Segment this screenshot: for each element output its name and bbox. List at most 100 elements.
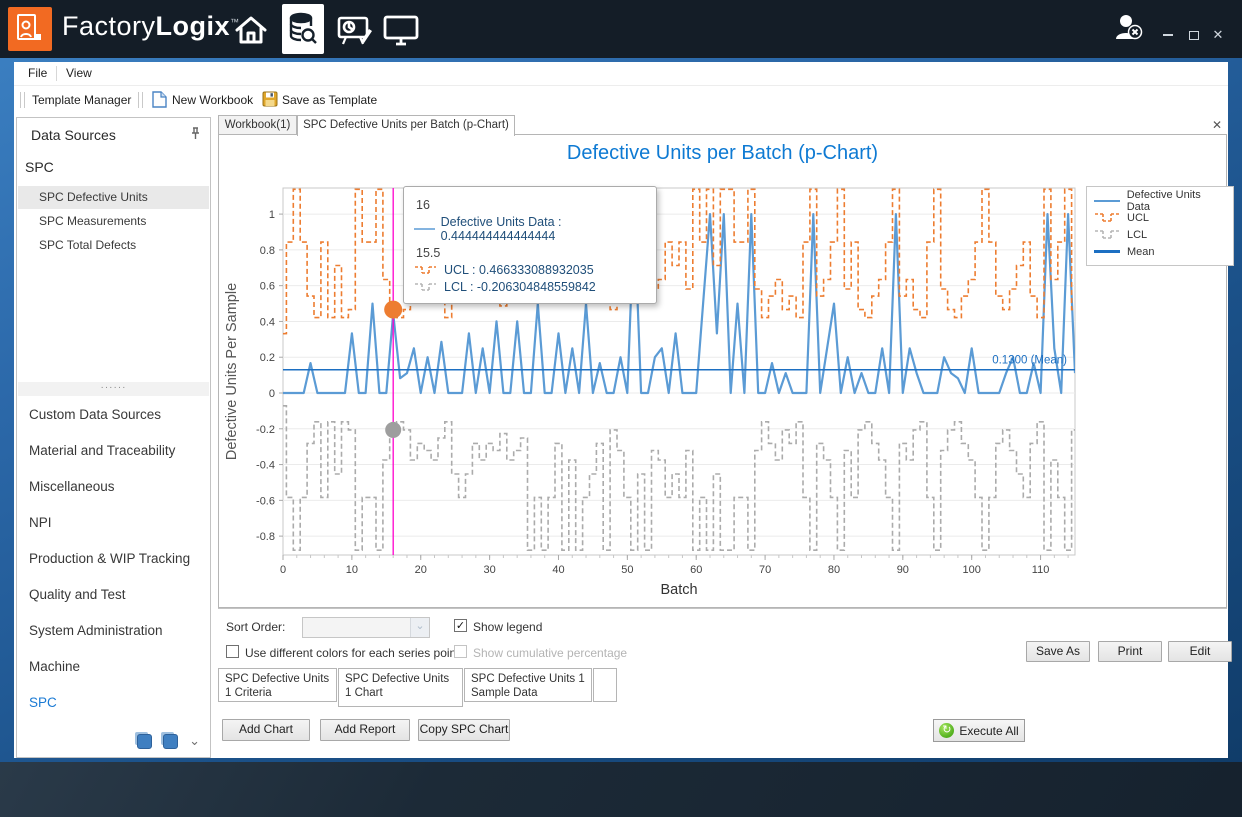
template-manager-button[interactable]: Template Manager — [32, 93, 131, 107]
show-cumulative-checkbox — [454, 645, 467, 658]
chart-options-panel: Sort Order: ⌄ ✓ Show legend Use differen… — [218, 608, 1227, 669]
tab-spc-sample-data[interactable]: SPC Defective Units 1 Sample Data — [464, 668, 592, 702]
tab-stub — [593, 668, 617, 702]
svg-text:30: 30 — [483, 564, 495, 576]
pin-icon[interactable] — [190, 127, 201, 145]
tab-spc-chart-selected[interactable]: SPC Defective Units 1 Chart — [338, 668, 463, 707]
monitor-icon[interactable] — [380, 9, 422, 51]
chevron-down-icon[interactable]: ⌄ — [189, 733, 200, 749]
legend-item-data: Defective Units Data — [1094, 192, 1226, 209]
svg-text:-0.8: -0.8 — [256, 531, 275, 543]
tab-spc-chart-active[interactable]: SPC Defective Units per Batch (p-Chart) — [297, 115, 515, 136]
svg-text:-0.6: -0.6 — [256, 495, 275, 507]
tooltip-ucl-row: UCL : 0.466333088932035 — [414, 263, 646, 277]
category-production-wip[interactable]: Production & WIP Tracking — [29, 551, 190, 566]
menu-bar: File View — [14, 62, 1228, 86]
home-icon[interactable] — [230, 9, 272, 51]
sidebar-item-spc-defective-units[interactable]: SPC Defective Units — [18, 186, 209, 209]
minimize-button[interactable] — [1155, 26, 1181, 44]
new-workbook-icon — [152, 91, 167, 113]
svg-text:0.2: 0.2 — [260, 352, 275, 364]
chart-area: -0.8-0.6-0.4-0.200.20.40.60.810102030405… — [222, 172, 1082, 608]
svg-text:Batch: Batch — [660, 582, 697, 598]
category-quality-test[interactable]: Quality and Test — [29, 587, 126, 602]
save-as-template-button[interactable]: Save as Template — [282, 93, 377, 107]
svg-text:0.4: 0.4 — [260, 316, 275, 328]
toolbar-grip[interactable] — [138, 92, 143, 108]
splitter-handle[interactable]: ······ — [18, 382, 209, 396]
menu-separator — [56, 66, 57, 81]
category-miscellaneous[interactable]: Miscellaneous — [29, 479, 115, 494]
svg-text:20: 20 — [415, 564, 427, 576]
step-swatch-icon — [1094, 228, 1120, 241]
category-material-traceability[interactable]: Material and Traceability — [29, 443, 175, 458]
toolbar-grip[interactable] — [20, 92, 25, 108]
combo-chevron-icon[interactable]: ⌄ — [410, 618, 429, 637]
add-chart-button[interactable]: Add Chart — [222, 719, 310, 741]
execute-all-button[interactable]: ↻ Execute All — [933, 719, 1025, 742]
menu-view[interactable]: View — [66, 66, 92, 80]
sort-order-label: Sort Order: — [226, 620, 285, 634]
legend-item-mean: Mean — [1094, 243, 1226, 260]
sidebar-item-spc-measurements[interactable]: SPC Measurements — [18, 210, 209, 233]
category-spc-active[interactable]: SPC — [29, 695, 57, 710]
category-system-admin[interactable]: System Administration — [29, 623, 163, 638]
new-workbook-button[interactable]: New Workbook — [172, 93, 253, 107]
show-legend-label[interactable]: Show legend — [473, 620, 542, 634]
svg-text:100: 100 — [963, 564, 981, 576]
database-search-icon — [288, 12, 318, 46]
copy-spc-chart-button[interactable]: Copy SPC Chart — [418, 719, 510, 741]
line-swatch-icon — [414, 225, 435, 233]
svg-text:-0.4: -0.4 — [256, 460, 275, 472]
tooltip-argument-2: 15.5 — [416, 246, 646, 260]
save-as-template-icon — [262, 91, 278, 112]
main-content: File View Template Manager New Workbook … — [14, 62, 1228, 758]
category-custom-data-sources[interactable]: Custom Data Sources — [29, 407, 161, 422]
dock-icon[interactable] — [163, 734, 178, 749]
svg-text:-0.2: -0.2 — [256, 424, 275, 436]
tab-spc-criteria[interactable]: SPC Defective Units 1 Criteria — [218, 668, 337, 702]
data-sources-panel: Data Sources SPC SPC Defective Units SPC… — [16, 117, 211, 758]
svg-text:0.8: 0.8 — [260, 245, 275, 257]
tooltip-argument-1: 16 — [416, 198, 646, 212]
print-button[interactable]: Print — [1098, 641, 1162, 662]
chart-legend: Defective Units Data UCL LCL Mean — [1086, 186, 1234, 266]
save-as-button[interactable]: Save As — [1026, 641, 1090, 662]
svg-text:40: 40 — [552, 564, 564, 576]
close-button[interactable]: ✕ — [1205, 26, 1231, 44]
add-report-button[interactable]: Add Report — [320, 719, 410, 741]
dock-icon[interactable] — [137, 734, 152, 749]
svg-text:10: 10 — [346, 564, 358, 576]
menu-file[interactable]: File — [28, 66, 47, 80]
factorylogix-logo-icon — [8, 7, 52, 51]
category-machine[interactable]: Machine — [29, 659, 80, 674]
use-different-colors-label[interactable]: Use different colors for each series poi… — [245, 646, 460, 660]
category-npi[interactable]: NPI — [29, 515, 52, 530]
show-legend-checkbox[interactable]: ✓ — [454, 619, 467, 632]
sidebar-item-spc-total-defects[interactable]: SPC Total Defects — [18, 234, 209, 257]
line-swatch-icon — [1094, 200, 1120, 202]
presentation-icon[interactable] — [334, 9, 376, 51]
svg-text:70: 70 — [759, 564, 771, 576]
tab-workbook[interactable]: Workbook(1) — [218, 115, 297, 135]
application-window: FactoryLogix™ — [0, 0, 1242, 817]
maximize-button[interactable] — [1181, 26, 1207, 44]
edit-button[interactable]: Edit — [1168, 641, 1232, 662]
legend-item-lcl: LCL — [1094, 226, 1226, 243]
svg-text:80: 80 — [828, 564, 840, 576]
svg-text:0.6: 0.6 — [260, 281, 275, 293]
chart-tooltip: 16 Defective Units Data : 0.444444444444… — [403, 186, 657, 304]
svg-text:90: 90 — [897, 564, 909, 576]
data-explorer-tab-selected[interactable] — [282, 4, 324, 54]
refresh-icon: ↻ — [939, 723, 954, 738]
sort-order-combobox[interactable]: ⌄ — [302, 617, 430, 638]
show-cumulative-label: Show cumulative percentage — [473, 646, 627, 660]
svg-text:Defective Units Per Sample: Defective Units Per Sample — [224, 283, 240, 460]
sidebar-group-spc[interactable]: SPC — [25, 159, 54, 175]
logout-user-icon[interactable] — [1114, 13, 1144, 46]
tooltip-series-row: Defective Units Data : 0.444444444444444 — [414, 215, 646, 243]
tab-close-icon[interactable]: ✕ — [1212, 118, 1222, 132]
mean-swatch-icon — [1094, 250, 1120, 253]
use-different-colors-checkbox[interactable] — [226, 645, 239, 658]
svg-text:0: 0 — [280, 564, 286, 576]
